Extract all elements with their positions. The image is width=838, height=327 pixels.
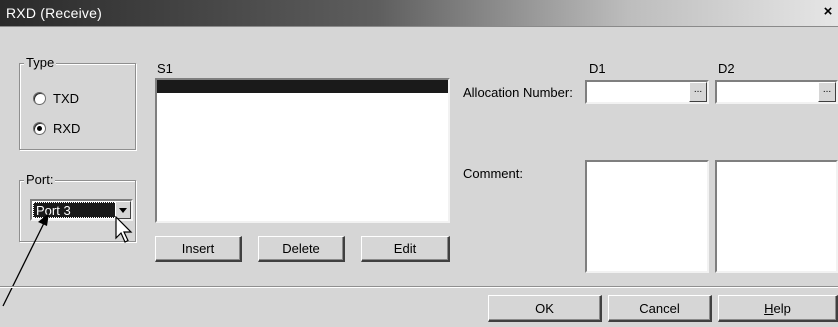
help-label-rest: elp	[773, 300, 791, 316]
radio-rxd[interactable]: RXD	[33, 121, 80, 136]
d1-label: D1	[589, 61, 606, 76]
s1-list[interactable]	[155, 78, 450, 223]
radio-txd[interactable]: TXD	[33, 91, 79, 106]
close-icon[interactable]: ×	[820, 3, 836, 21]
d2-label: D2	[718, 61, 735, 76]
s1-label: S1	[157, 61, 173, 76]
comment-label: Comment:	[463, 166, 523, 181]
edit-button[interactable]: Edit	[361, 236, 450, 262]
help-accel: H	[764, 300, 774, 316]
type-group	[19, 63, 136, 150]
ellipsis-icon[interactable]: ...	[818, 82, 836, 102]
title-bar: RXD (Receive) ×	[0, 0, 838, 27]
radio-rxd-label: RXD	[53, 121, 81, 136]
help-button[interactable]: Help	[718, 295, 838, 322]
allocation-number-label: Allocation Number:	[463, 85, 573, 100]
radio-icon[interactable]	[33, 122, 46, 135]
rxd-dialog: RXD (Receive) × Type TXD RXD Port: Port …	[0, 0, 838, 327]
window-title: RXD (Receive)	[6, 5, 102, 21]
cancel-button[interactable]: Cancel	[608, 295, 712, 322]
type-group-legend: Type	[24, 55, 57, 70]
callout-arrow	[2, 213, 49, 307]
ok-button[interactable]: OK	[488, 295, 602, 322]
delete-button[interactable]: Delete	[258, 236, 345, 262]
d2-allocation-input[interactable]: ...	[715, 80, 838, 104]
ellipsis-icon[interactable]: ...	[689, 82, 707, 102]
mouse-pointer-icon	[115, 216, 133, 243]
footer-separator	[0, 286, 838, 288]
port-group-legend: Port:	[24, 172, 56, 187]
radio-txd-label: TXD	[53, 91, 79, 106]
radio-icon[interactable]	[33, 92, 46, 105]
s1-list-selected-row[interactable]	[157, 80, 448, 93]
d2-comment-field[interactable]	[715, 160, 838, 273]
insert-button[interactable]: Insert	[155, 236, 242, 262]
d1-comment-field[interactable]	[585, 160, 709, 273]
d1-allocation-input[interactable]: ...	[585, 80, 709, 104]
